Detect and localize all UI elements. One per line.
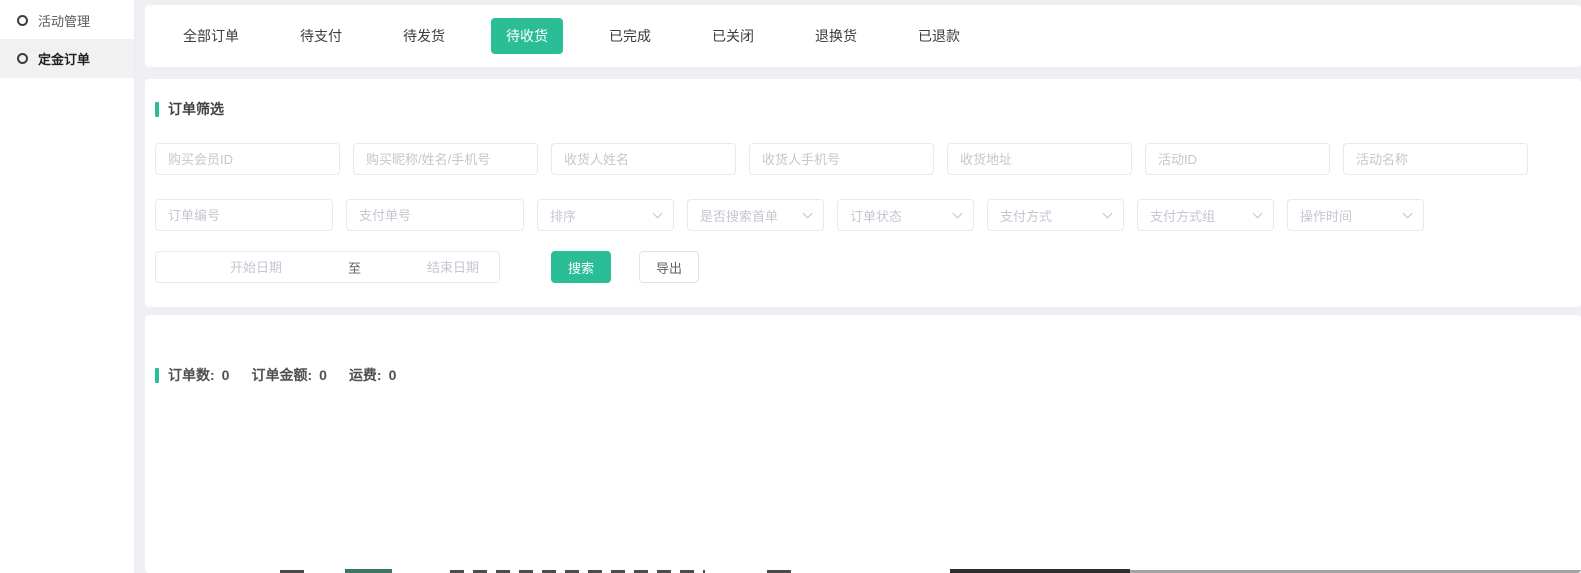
activity-id-input[interactable] xyxy=(1145,143,1330,175)
filter-row-2: 排序 是否搜索首单 订单状态 支付方式 支付方式组 操作时间 xyxy=(155,199,1561,231)
shipping-fee-label: 运费: xyxy=(349,365,382,385)
search-button[interactable]: 搜索 xyxy=(551,251,611,283)
select-value: 订单状态 xyxy=(850,206,902,225)
order-amount-stat: 订单金额: 0 xyxy=(251,365,326,385)
filter-row-1 xyxy=(155,143,1561,175)
buyer-nickname-name-phone-input[interactable] xyxy=(353,143,538,175)
tab-pending-receipt[interactable]: 待收货 xyxy=(491,18,563,54)
main-content: 全部订单 待支付 待发货 待收货 已完成 已关闭 退换货 已退款 订单筛选 xyxy=(145,5,1581,573)
sidebar-item-label: 定金订单 xyxy=(38,49,90,68)
sidebar-item-activity-management[interactable]: 活动管理 xyxy=(0,2,134,40)
order-count-stat: 订单数: 0 xyxy=(168,365,229,385)
first-order-search-select[interactable]: 是否搜索首单 xyxy=(687,199,824,231)
circle-icon xyxy=(17,53,28,64)
shipping-address-input[interactable] xyxy=(947,143,1132,175)
clipped-row-fragment xyxy=(950,569,1130,573)
end-date-input[interactable] xyxy=(365,260,541,275)
summary-items: 订单数: 0 订单金额: 0 运费: 0 xyxy=(168,365,396,385)
order-summary-panel: 订单数: 0 订单金额: 0 运费: 0 xyxy=(145,315,1581,573)
date-range-separator: 至 xyxy=(344,258,365,277)
order-status-select[interactable]: 订单状态 xyxy=(837,199,974,231)
sidebar-item-deposit-orders[interactable]: 定金订单 xyxy=(0,40,134,78)
tab-completed[interactable]: 已完成 xyxy=(594,18,666,54)
activity-name-input[interactable] xyxy=(1343,143,1528,175)
circle-icon xyxy=(17,15,28,26)
select-value: 支付方式组 xyxy=(1150,206,1215,225)
tab-returns-exchanges[interactable]: 退换货 xyxy=(800,18,872,54)
tab-all-orders[interactable]: 全部订单 xyxy=(168,18,254,54)
filter-title-text: 订单筛选 xyxy=(168,99,224,119)
operation-time-select[interactable]: 操作时间 xyxy=(1287,199,1424,231)
order-amount-label: 订单金额: xyxy=(251,365,312,385)
chevron-down-icon xyxy=(1403,208,1413,218)
sort-select[interactable]: 排序 xyxy=(537,199,674,231)
chevron-down-icon xyxy=(1103,208,1113,218)
payment-number-input[interactable] xyxy=(346,199,524,231)
order-amount-value: 0 xyxy=(319,367,327,383)
select-value: 操作时间 xyxy=(1300,206,1352,225)
tab-pending-shipment[interactable]: 待发货 xyxy=(388,18,460,54)
order-count-value: 0 xyxy=(222,367,230,383)
clipped-row-fragment xyxy=(345,569,392,573)
sidebar-item-label: 活动管理 xyxy=(38,11,90,30)
payment-method-group-select[interactable]: 支付方式组 xyxy=(1137,199,1274,231)
select-value: 支付方式 xyxy=(1000,206,1052,225)
date-range-picker[interactable]: 至 xyxy=(155,251,500,283)
select-value: 是否搜索首单 xyxy=(700,206,778,225)
buyer-member-id-input[interactable] xyxy=(155,143,340,175)
tab-pending-payment[interactable]: 待支付 xyxy=(285,18,357,54)
accent-bar xyxy=(155,102,159,117)
chevron-down-icon xyxy=(803,208,813,218)
shipping-fee-stat: 运费: 0 xyxy=(349,365,396,385)
accent-bar xyxy=(155,368,159,383)
summary-line: 订单数: 0 订单金额: 0 运费: 0 xyxy=(155,365,1561,385)
select-value: 排序 xyxy=(550,206,576,225)
start-date-input[interactable] xyxy=(168,260,344,275)
order-number-input[interactable] xyxy=(155,199,333,231)
consignee-phone-input[interactable] xyxy=(749,143,934,175)
filter-section-title: 订单筛选 xyxy=(155,99,1561,119)
order-count-label: 订单数: xyxy=(168,365,215,385)
payment-method-select[interactable]: 支付方式 xyxy=(987,199,1124,231)
sidebar: 活动管理 定金订单 xyxy=(0,0,135,573)
chevron-down-icon xyxy=(653,208,663,218)
chevron-down-icon xyxy=(953,208,963,218)
consignee-name-input[interactable] xyxy=(551,143,736,175)
tab-refunded[interactable]: 已退款 xyxy=(903,18,975,54)
order-status-tabbar: 全部订单 待支付 待发货 待收货 已完成 已关闭 退换货 已退款 xyxy=(145,5,1581,67)
tab-closed[interactable]: 已关闭 xyxy=(697,18,769,54)
filter-row-3: 至 搜索 导出 xyxy=(155,251,1561,283)
shipping-fee-value: 0 xyxy=(389,367,397,383)
order-filter-panel: 订单筛选 排序 是否搜索首单 订单状态 xyxy=(145,79,1581,307)
chevron-down-icon xyxy=(1253,208,1263,218)
export-button[interactable]: 导出 xyxy=(639,251,699,283)
